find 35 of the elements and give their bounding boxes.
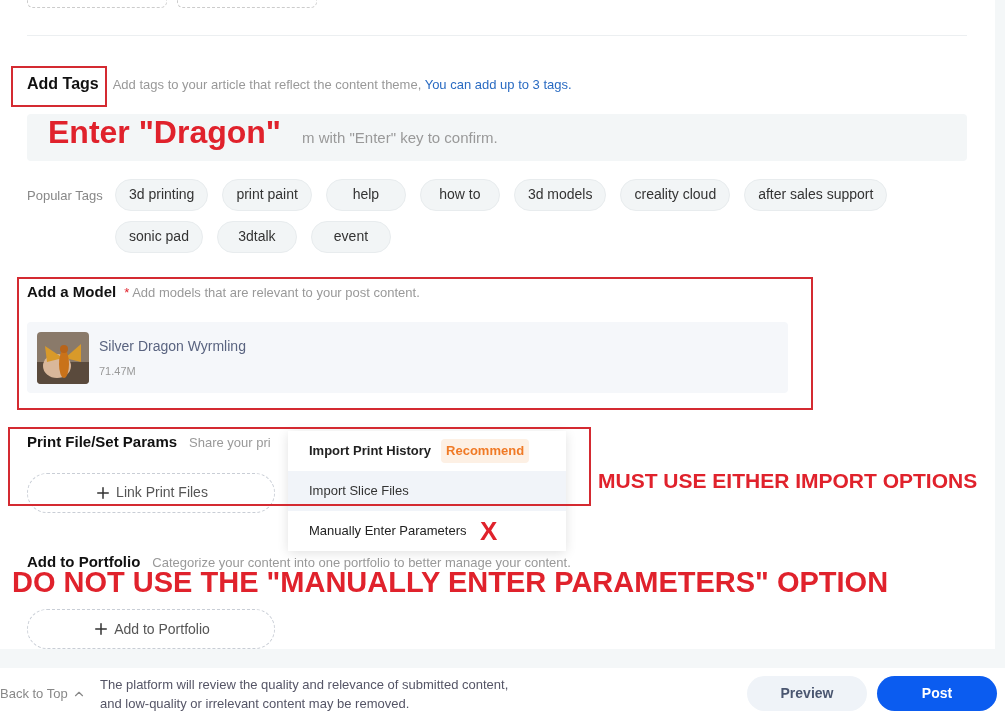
tag-chip[interactable]: event	[310, 220, 391, 253]
annotation-text: MUST USE EITHER IMPORT OPTIONS	[598, 470, 978, 491]
tag-chip[interactable]: 3d printing	[115, 178, 209, 211]
preview-button[interactable]: Preview	[747, 676, 867, 711]
review-notice: The platform will review the quality and relevance of submitted content, and low-quality or irrelevant content may be removed.	[100, 675, 510, 713]
popular-tags-label: Popular Tags	[27, 186, 104, 205]
section-title: Print File/Set Params	[27, 432, 178, 453]
post-button[interactable]: Post	[877, 676, 997, 711]
model-card[interactable]: Silver Dragon Wyrmling 71.47M	[27, 322, 788, 394]
link-print-files-button[interactable]: Link Print Files	[27, 472, 275, 513]
section-hint: Add tags to your article that reflect the content theme, You can add up to 3 tags.	[112, 76, 572, 94]
tag-chip[interactable]: creality cloud	[620, 178, 731, 211]
section-hint: Categorize your content into one portfolio to better manage your content.	[152, 553, 571, 572]
tag-chip[interactable]: 3dtalk	[216, 220, 297, 253]
tag-chip[interactable]: 3d models	[513, 178, 607, 211]
section-hint: Share your pri	[189, 434, 271, 453]
section-title: Add Tags	[27, 74, 99, 94]
model-size: 71.47M	[99, 364, 137, 380]
section-hint: * Add models that are relevant to your post content.	[124, 283, 420, 302]
annotation-text: X	[480, 518, 498, 544]
section-title: Add to Portfolio	[27, 551, 141, 572]
menu-item[interactable]: Import Print History Recommend	[288, 431, 566, 471]
tag-chip[interactable]: print paint	[222, 178, 312, 211]
menu-item[interactable]: Import Slice Files	[288, 471, 566, 511]
tag-chip[interactable]: sonic pad	[115, 220, 203, 253]
model-name: Silver Dragon Wyrmling	[99, 337, 246, 357]
tag-chip[interactable]: after sales support	[744, 178, 888, 211]
section-title: Add a Model	[27, 281, 117, 302]
recommend-badge: Recommend	[441, 439, 530, 463]
tag-chip[interactable]: help	[325, 178, 406, 211]
back-to-top-link[interactable]: Back to Top	[0, 683, 100, 704]
add-to-portfolio-button[interactable]: Add to Portfolio	[27, 609, 275, 649]
tag-limit-link[interactable]: You can add up to 3 tags.	[424, 77, 572, 92]
annotation-text: Enter "Dragon"	[48, 116, 282, 148]
tag-chip[interactable]: how to	[419, 178, 500, 211]
